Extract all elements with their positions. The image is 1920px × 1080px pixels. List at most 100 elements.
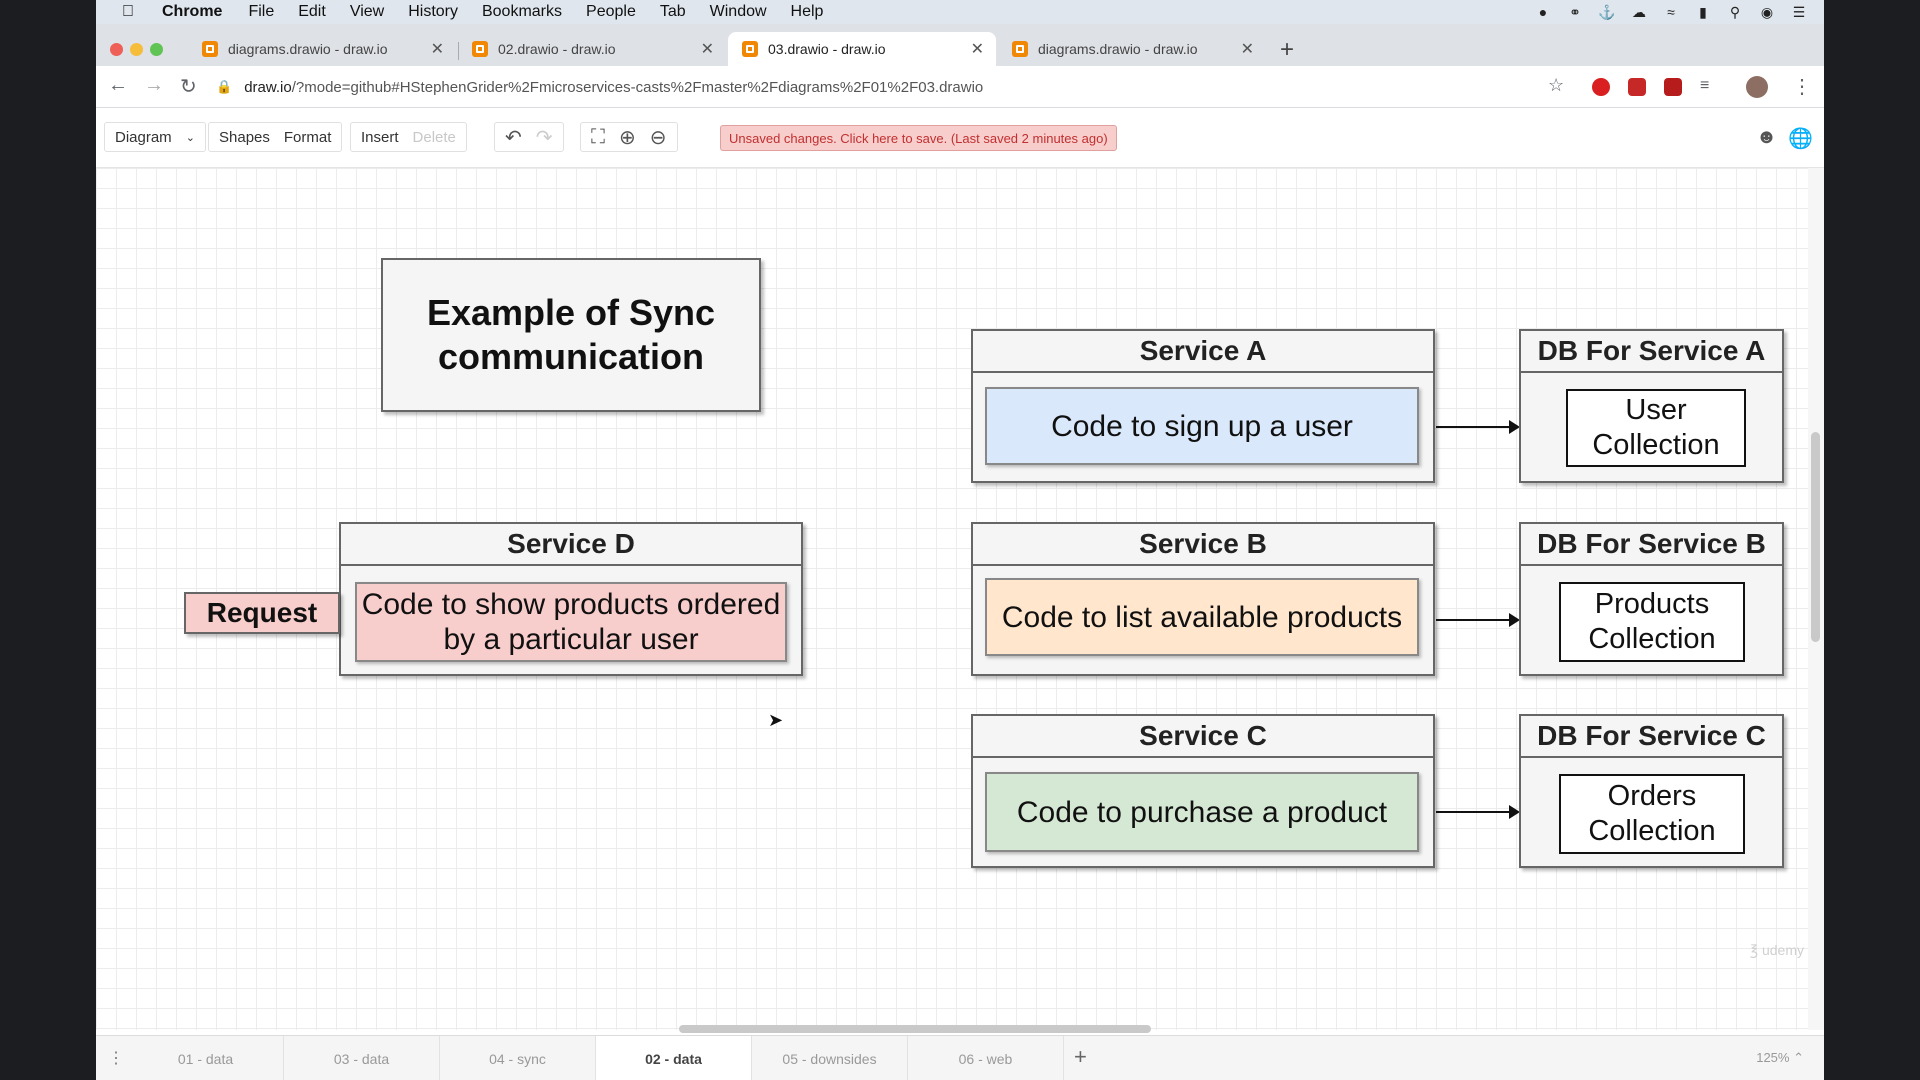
service-b-header: Service B xyxy=(973,524,1433,566)
format-button[interactable]: Format xyxy=(284,129,332,146)
new-tab-icon[interactable]: + xyxy=(1280,36,1294,64)
service-a-container[interactable]: Service A Code to sign up a user xyxy=(971,329,1435,483)
db-c-container[interactable]: DB For Service C Orders Collection xyxy=(1519,714,1784,868)
user-collection-box[interactable]: User Collection xyxy=(1566,389,1746,467)
service-b-container[interactable]: Service B Code to list available product… xyxy=(971,522,1435,676)
vertical-scrollbar-thumb[interactable] xyxy=(1811,432,1820,642)
search-icon[interactable]: ⚲ xyxy=(1726,4,1744,20)
db-b-header: DB For Service B xyxy=(1521,524,1782,566)
page-tab[interactable]: 03 - data xyxy=(284,1036,440,1080)
zoom-level[interactable]: 125% ⌃ xyxy=(1756,1050,1804,1066)
arrow-connector[interactable] xyxy=(1436,420,1520,434)
drawio-favicon-icon xyxy=(742,41,758,57)
tab-close-icon[interactable]: ✕ xyxy=(1241,39,1254,59)
service-d-container[interactable]: Service D Code to show products ordered … xyxy=(339,522,803,676)
page-tab-active[interactable]: 02 - data xyxy=(596,1036,752,1080)
pages-menu-icon[interactable]: ⋮ xyxy=(108,1048,124,1068)
screen:  Chrome File Edit View History Bookmark… xyxy=(96,0,1824,1080)
fullscreen-icon[interactable]: ⛶ xyxy=(591,126,605,149)
db-b-container[interactable]: DB For Service B Products Collection xyxy=(1519,522,1784,676)
page-tab[interactable]: 06 - web xyxy=(908,1036,1064,1080)
glasses-icon[interactable]: ⚭ xyxy=(1566,4,1584,20)
reader-icon[interactable]: ≡ xyxy=(1700,77,1709,95)
page-tab[interactable]: 05 - downsides xyxy=(752,1036,908,1080)
menu-help[interactable]: Help xyxy=(791,3,824,21)
drawio-toolbar: Diagram ⌄ Shapes Format Insert Delete ↶ … xyxy=(96,108,1824,168)
menu-tab[interactable]: Tab xyxy=(660,3,686,21)
bookmark-star-icon[interactable]: ☆ xyxy=(1548,75,1564,96)
redo-icon[interactable]: ↷ xyxy=(536,125,553,150)
menu-app-name[interactable]: Chrome xyxy=(162,3,222,21)
shapes-button[interactable]: Shapes xyxy=(219,129,270,146)
cloud-icon[interactable]: ☁ xyxy=(1630,4,1648,20)
service-c-container[interactable]: Service C Code to purchase a product xyxy=(971,714,1435,868)
chrome-menu-icon[interactable]: ⋮ xyxy=(1792,74,1812,99)
menu-people[interactable]: People xyxy=(586,3,636,21)
browser-tab[interactable]: 02.drawio - draw.io ✕ xyxy=(458,32,726,66)
window-close-button[interactable] xyxy=(110,43,123,56)
orders-collection-box[interactable]: Orders Collection xyxy=(1559,774,1745,854)
apple-icon[interactable]:  xyxy=(108,3,148,21)
extension-icon[interactable] xyxy=(1664,78,1682,96)
service-b-code-box[interactable]: Code to list available products xyxy=(985,578,1419,656)
menu-view[interactable]: View xyxy=(350,3,384,21)
menu-edit[interactable]: Edit xyxy=(298,3,326,21)
battery-icon[interactable]: ▮ xyxy=(1694,4,1712,20)
url-input[interactable]: 🔒 draw.io/?mode=github#HStephenGrider%2F… xyxy=(216,71,1652,103)
zoom-out-icon[interactable]: ⊖ xyxy=(650,125,667,150)
forward-icon[interactable]: → xyxy=(144,74,164,97)
wifi-icon[interactable]: ≈ xyxy=(1662,4,1680,20)
browser-tab[interactable]: diagrams.drawio - draw.io ✕ xyxy=(998,32,1266,66)
window-zoom-button[interactable] xyxy=(150,43,163,56)
siri-icon[interactable]: ◉ xyxy=(1758,4,1776,20)
db-a-container[interactable]: DB For Service A User Collection xyxy=(1519,329,1784,483)
undo-icon[interactable]: ↶ xyxy=(505,125,522,150)
language-globe-icon[interactable]: 🌐 xyxy=(1788,126,1813,151)
zoom-in-icon[interactable]: ⊕ xyxy=(619,125,636,150)
lock-icon[interactable]: 🔒 xyxy=(216,79,232,95)
docker-icon[interactable]: ⚓ xyxy=(1598,4,1616,20)
service-d-code-box[interactable]: Code to show products ordered by a parti… xyxy=(355,582,787,662)
diagram-canvas[interactable]: Example of Sync communication Service D … xyxy=(96,168,1808,1030)
service-a-header: Service A xyxy=(973,331,1433,373)
window-minimize-button[interactable] xyxy=(130,43,143,56)
tab-close-icon[interactable]: ✕ xyxy=(971,39,984,59)
drawio-favicon-icon xyxy=(472,41,488,57)
opera-extension-icon[interactable] xyxy=(1592,78,1610,96)
arrow-connector[interactable] xyxy=(1436,805,1520,819)
insert-delete-group: Insert Delete xyxy=(350,122,467,152)
service-c-code-box[interactable]: Code to purchase a product xyxy=(985,772,1419,852)
user-icon[interactable]: ☻ xyxy=(1756,126,1777,149)
menu-window[interactable]: Window xyxy=(710,3,767,21)
record-icon[interactable]: ● xyxy=(1534,4,1552,20)
tab-title: 02.drawio - draw.io xyxy=(498,41,616,57)
service-a-code-box[interactable]: Code to sign up a user xyxy=(985,387,1419,465)
tab-close-icon[interactable]: ✕ xyxy=(431,39,444,59)
delete-button[interactable]: Delete xyxy=(413,129,456,146)
horizontal-scrollbar-thumb[interactable] xyxy=(679,1025,1151,1033)
page-tab[interactable]: 04 - sync xyxy=(440,1036,596,1080)
menu-history[interactable]: History xyxy=(408,3,458,21)
unsaved-changes-banner[interactable]: Unsaved changes. Click here to save. (La… xyxy=(720,125,1117,151)
notification-center-icon[interactable]: ☰ xyxy=(1790,4,1808,20)
diagram-title[interactable]: Example of Sync communication xyxy=(381,258,761,412)
service-c-header: Service C xyxy=(973,716,1433,758)
browser-tab-active[interactable]: 03.drawio - draw.io ✕ xyxy=(728,32,996,66)
products-collection-box[interactable]: Products Collection xyxy=(1559,582,1745,662)
back-icon[interactable]: ← xyxy=(108,74,128,97)
arrow-connector[interactable] xyxy=(1436,613,1520,627)
request-box[interactable]: Request xyxy=(184,592,340,634)
menu-bookmarks[interactable]: Bookmarks xyxy=(482,3,562,21)
diagram-menu-button[interactable]: Diagram ⌄ xyxy=(104,122,206,152)
page-tab[interactable]: 01 - data xyxy=(128,1036,284,1080)
db-a-header: DB For Service A xyxy=(1521,331,1782,373)
reload-icon[interactable]: ↻ xyxy=(180,74,197,99)
browser-tab[interactable]: diagrams.drawio - draw.io ✕ xyxy=(188,32,456,66)
insert-button[interactable]: Insert xyxy=(361,129,399,146)
profile-avatar[interactable] xyxy=(1746,76,1768,98)
extension-icon[interactable] xyxy=(1628,78,1646,96)
tab-close-icon[interactable]: ✕ xyxy=(701,39,714,59)
add-page-icon[interactable]: + xyxy=(1074,1044,1087,1070)
service-d-header: Service D xyxy=(341,524,801,566)
menu-file[interactable]: File xyxy=(248,3,274,21)
